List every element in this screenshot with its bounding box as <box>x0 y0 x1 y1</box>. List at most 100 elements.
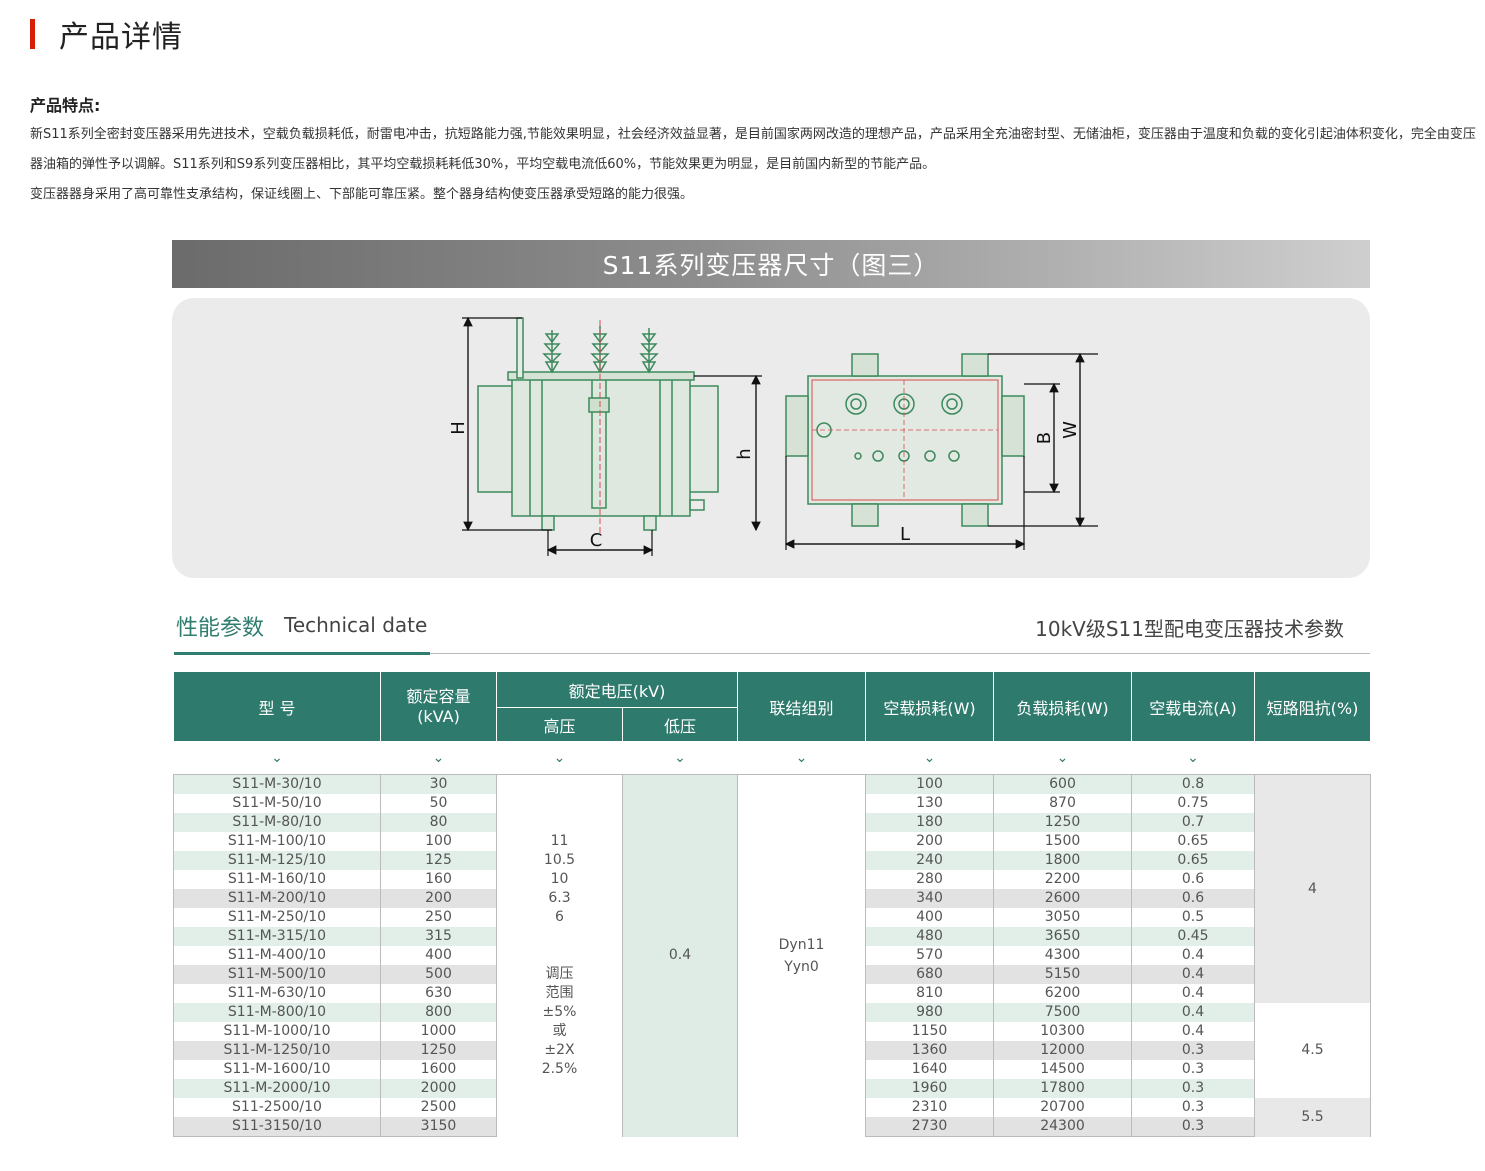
cell-model: S11-2500/10 <box>173 1098 381 1117</box>
cell-model: S11-M-1600/10 <box>173 1060 381 1079</box>
cell-no-load-loss: 280 <box>865 870 995 889</box>
cell-capacity: 500 <box>380 965 497 984</box>
cell-model: S11-M-400/10 <box>173 946 381 965</box>
cell-capacity: 125 <box>380 851 497 870</box>
cell-lv-value: 0.4 <box>621 774 739 1137</box>
cell-load-loss: 7500 <box>993 1003 1133 1022</box>
cell-model: S11-M-30/10 <box>173 774 381 794</box>
cell-no-load-current: 0.65 <box>1131 851 1256 870</box>
section-header: 产品详情 <box>30 14 183 55</box>
dim-label-H: H <box>448 421 469 435</box>
cell-load-loss: 3050 <box>993 908 1133 927</box>
performance-header: 性能参数 Technical date 10kV级S11型配电变压器技术参数 <box>174 606 1370 656</box>
cell-model: S11-M-200/10 <box>173 889 381 908</box>
cell-model: S11-M-500/10 <box>173 965 381 984</box>
cell-load-loss: 6200 <box>993 984 1133 1003</box>
cell-no-load-loss: 1360 <box>865 1041 995 1060</box>
cell-capacity: 1600 <box>380 1060 497 1079</box>
table-body: S11-M-30/10 30 11 10.5 10 6.3 6 调压 范围 ±5% … <box>173 774 1372 1137</box>
cell-model: S11-M-315/10 <box>173 927 381 946</box>
cell-load-loss: 4300 <box>993 946 1133 965</box>
sort-chevron-icon[interactable]: ⌄ <box>622 741 738 775</box>
sort-chevron-icon[interactable]: ⌄ <box>737 741 866 775</box>
cell-capacity: 2000 <box>380 1079 497 1098</box>
cell-model: S11-M-160/10 <box>173 870 381 889</box>
cell-impedance: 4 <box>1254 774 1372 1003</box>
cell-capacity: 160 <box>380 870 497 889</box>
cell-capacity: 100 <box>380 832 497 851</box>
cell-no-load-current: 0.6 <box>1131 889 1256 908</box>
dim-label-L: L <box>900 524 910 545</box>
cell-no-load-current: 0.4 <box>1131 1022 1256 1041</box>
cell-capacity: 80 <box>380 813 497 832</box>
dimension-drawing-panel: H h C B W L <box>172 298 1370 578</box>
cell-hv-range: 11 10.5 10 6.3 6 调压 范围 ±5% 或 ±2X 2.5% <box>496 774 623 1137</box>
cell-model: S11-M-80/10 <box>173 813 381 832</box>
sort-chevron-icon[interactable]: ⌄ <box>865 741 994 775</box>
cell-no-load-loss: 810 <box>865 984 995 1003</box>
col-header-load-loss: 负载损耗(W) <box>993 671 1133 742</box>
cell-load-loss: 5150 <box>993 965 1133 984</box>
col-header-lv: 低压 <box>621 707 739 742</box>
col-header-impedance: 短路阻抗(%) <box>1254 671 1372 742</box>
cell-no-load-current: 0.6 <box>1131 870 1256 889</box>
dim-label-h: h <box>734 448 755 459</box>
sort-chevron-icon[interactable]: ⌄ <box>993 741 1132 775</box>
cell-load-loss: 870 <box>993 794 1133 813</box>
cell-capacity: 3150 <box>380 1117 497 1137</box>
col-header-group: 联结组别 <box>737 671 867 742</box>
cell-no-load-loss: 340 <box>865 889 995 908</box>
sort-chevron-icon[interactable]: ⌄ <box>496 741 623 775</box>
sort-chevron-icon[interactable]: ⌄ <box>380 741 497 775</box>
cell-load-loss: 1800 <box>993 851 1133 870</box>
cell-model: S11-M-250/10 <box>173 908 381 927</box>
cell-model: S11-M-125/10 <box>173 851 381 870</box>
cell-load-loss: 12000 <box>993 1041 1133 1060</box>
cell-capacity: 400 <box>380 946 497 965</box>
cell-model: S11-M-1250/10 <box>173 1041 381 1060</box>
col-header-capacity: 额定容量 (kVA) <box>380 671 497 742</box>
cell-model: S11-M-2000/10 <box>173 1079 381 1098</box>
cell-no-load-loss: 1640 <box>865 1060 995 1079</box>
dim-label-C: C <box>590 530 603 551</box>
col-header-hv: 高压 <box>496 707 623 742</box>
cell-model: S11-M-630/10 <box>173 984 381 1003</box>
cell-no-load-current: 0.3 <box>1131 1041 1256 1060</box>
cell-load-loss: 1500 <box>993 832 1133 851</box>
cell-load-loss: 14500 <box>993 1060 1133 1079</box>
col-header-no-load-loss: 空载损耗(W) <box>865 671 995 742</box>
cell-model: S11-M-800/10 <box>173 1003 381 1022</box>
cell-load-loss: 1250 <box>993 813 1133 832</box>
cell-capacity: 1000 <box>380 1022 497 1041</box>
sort-chevron-icon[interactable]: ⌄ <box>1131 741 1255 775</box>
cell-capacity: 30 <box>380 774 497 794</box>
sort-chevron-icon[interactable]: ⌄ <box>173 741 381 775</box>
features-paragraph-2: 变压器器身采用了高可靠性支承结构，保证线圈上、下部能可靠压紧。整个器身结构使变压… <box>30 187 694 202</box>
cell-no-load-loss: 570 <box>865 946 995 965</box>
cell-capacity: 50 <box>380 794 497 813</box>
cell-no-load-loss: 1960 <box>865 1079 995 1098</box>
features-paragraph-1: 新S11系列全密封变压器采用先进技术，空载负载损耗低，耐雷电冲击，抗短路能力强,… <box>30 127 1476 172</box>
cell-no-load-loss: 180 <box>865 813 995 832</box>
cell-no-load-current: 0.3 <box>1131 1060 1256 1079</box>
cell-load-loss: 600 <box>993 774 1133 794</box>
col-header-no-load-current: 空载电流(A) <box>1131 671 1256 742</box>
cell-no-load-current: 0.4 <box>1131 984 1256 1003</box>
cell-no-load-current: 0.3 <box>1131 1098 1256 1117</box>
cell-connection-group: Dyn11 Yyn0 <box>737 774 867 1137</box>
cell-no-load-loss: 480 <box>865 927 995 946</box>
cell-no-load-current: 0.75 <box>1131 794 1256 813</box>
cell-model: S11-M-50/10 <box>173 794 381 813</box>
cell-capacity: 1250 <box>380 1041 497 1060</box>
cell-no-load-loss: 2310 <box>865 1098 995 1117</box>
cell-no-load-current: 0.5 <box>1131 908 1256 927</box>
cell-no-load-current: 0.45 <box>1131 927 1256 946</box>
dim-label-B: B <box>1034 432 1055 444</box>
cell-no-load-loss: 680 <box>865 965 995 984</box>
cell-no-load-current: 0.4 <box>1131 1003 1256 1022</box>
section-accent-bar <box>30 19 35 49</box>
cell-capacity: 250 <box>380 908 497 927</box>
cell-no-load-current: 0.3 <box>1131 1117 1256 1137</box>
cell-load-loss: 3650 <box>993 927 1133 946</box>
cell-no-load-loss: 400 <box>865 908 995 927</box>
